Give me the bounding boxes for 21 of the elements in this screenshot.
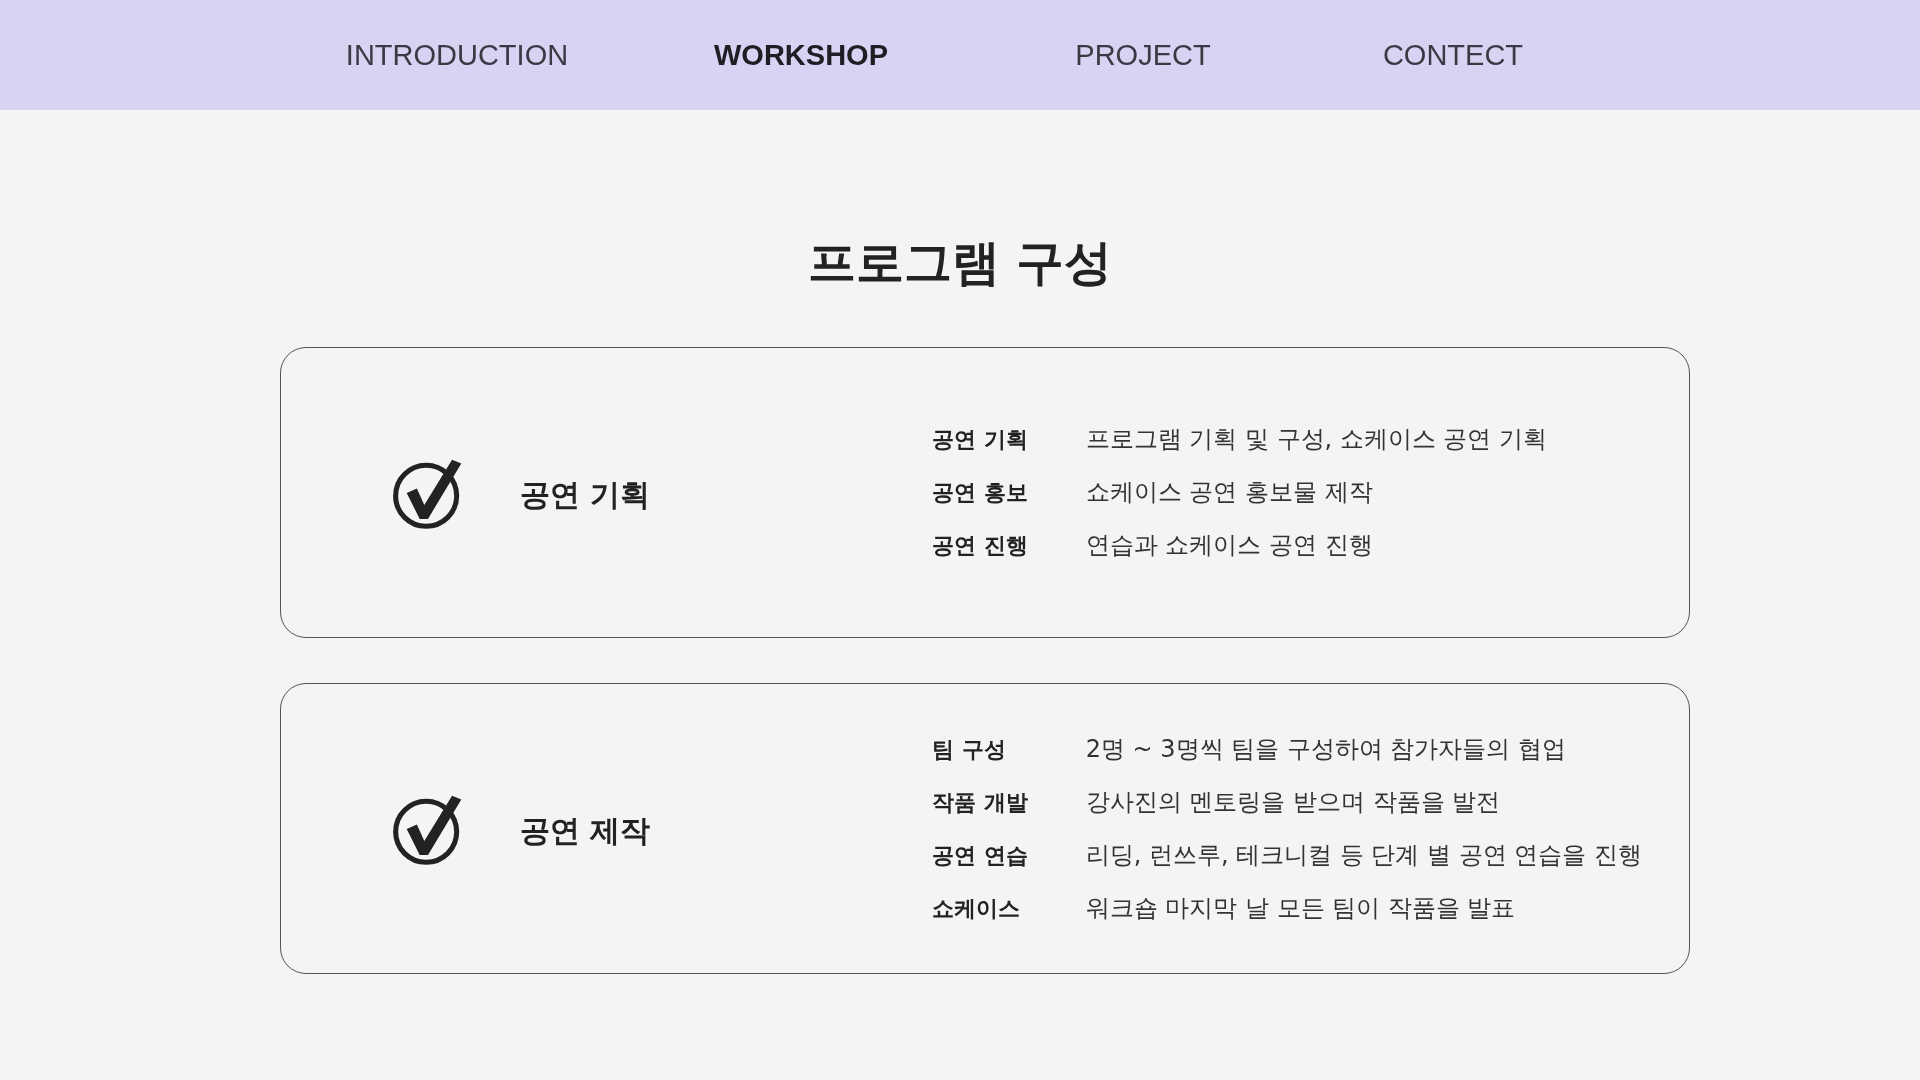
page-title: 프로그램 구성 bbox=[807, 233, 1113, 292]
item-label: 팀 구성 bbox=[932, 735, 1007, 764]
nav-tab[interactable]: INTRODUCTION bbox=[345, 32, 569, 78]
item-label: 쇼케이스 bbox=[932, 894, 1021, 923]
item-description: 강사진의 멘토링을 받으며 작품을 발전 bbox=[1085, 786, 1502, 818]
nav-tab[interactable]: WORKSHOP bbox=[714, 32, 888, 78]
item-description: 프로그램 기획 및 구성, 쇼케이스 공연 기획 bbox=[1085, 424, 1548, 455]
item-label: 공연 홍보 bbox=[932, 479, 1028, 507]
item-label: 공연 연습 bbox=[932, 841, 1028, 870]
item-label: 공연 진행 bbox=[932, 532, 1028, 560]
card-title: 공연 기획 bbox=[520, 476, 652, 514]
item-description: 리딩, 런쓰루, 테크니컬 등 단계 별 공연 연습을 진행 bbox=[1085, 839, 1642, 871]
nav-tab[interactable]: CONTECT bbox=[1382, 32, 1524, 78]
card-title: 공연 제작 bbox=[520, 812, 652, 850]
item-description: 워크숍 마지막 날 모든 팀이 작품을 발표 bbox=[1085, 892, 1517, 924]
item-label: 공연 기획 bbox=[932, 426, 1028, 454]
item-label: 작품 개발 bbox=[932, 788, 1028, 817]
item-description: 2명 ~ 3명씩 팀을 구성하여 참가자들의 협업 bbox=[1085, 733, 1568, 765]
item-description: 쇼케이스 공연 홍보물 제작 bbox=[1085, 477, 1374, 508]
item-description: 연습과 쇼케이스 공연 진행 bbox=[1085, 530, 1374, 561]
nav-tab[interactable]: PROJECT bbox=[1075, 32, 1211, 78]
